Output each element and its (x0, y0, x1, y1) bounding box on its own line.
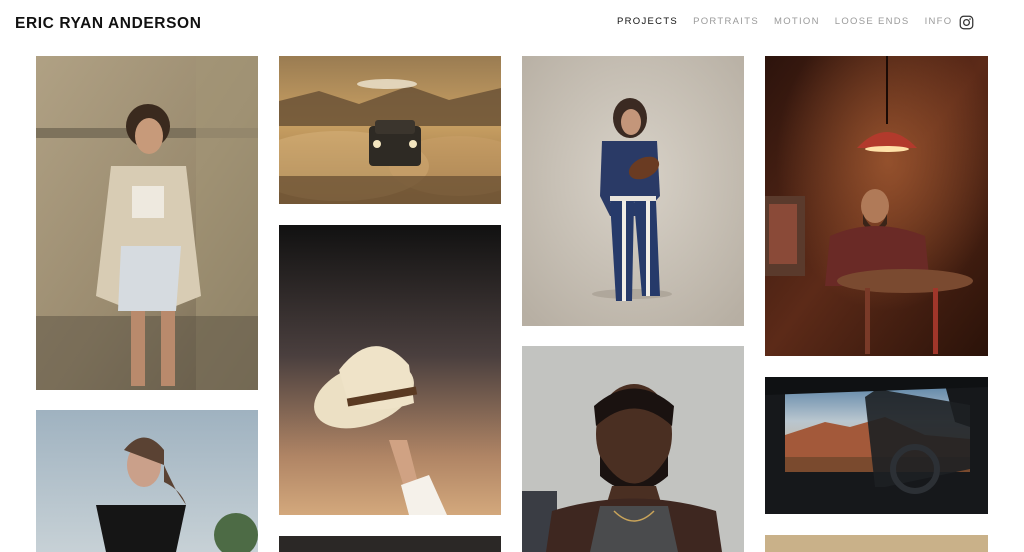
nav-item-portraits: PORTRAITS (693, 16, 759, 28)
photo-woman-black-top[interactable] (36, 410, 258, 552)
nav-link-info[interactable]: INFO (925, 16, 953, 28)
photo-warm-partial[interactable] (765, 535, 988, 552)
nav-item-projects: PROJECTS (617, 16, 678, 28)
photo-man-portrait-closeup[interactable] (522, 346, 744, 552)
nav-link-portraits[interactable]: PORTRAITS (693, 16, 759, 28)
photo-dark-partial[interactable] (279, 536, 501, 552)
photo-hand-holding-cowboy-hat[interactable] (279, 225, 501, 515)
photo-canyon-through-car-window[interactable] (765, 377, 988, 514)
nav-item-motion: MOTION (774, 16, 820, 28)
nav-item-info: INFO (925, 16, 953, 28)
nav-item-loose-ends: LOOSE ENDS (835, 16, 910, 28)
instagram-icon[interactable] (959, 15, 974, 30)
nav-link-motion[interactable]: MOTION (774, 16, 820, 28)
nav-link-loose-ends[interactable]: LOOSE ENDS (835, 16, 910, 28)
photo-man-bar-table[interactable] (765, 56, 988, 356)
photo-woman-leaning-wall[interactable] (36, 56, 258, 390)
site-title[interactable]: ERIC RYAN ANDERSON (15, 15, 202, 33)
photo-truck-desert-dust[interactable] (279, 56, 501, 204)
main-nav: PROJECTS PORTRAITS MOTION LOOSE ENDS INF… (617, 16, 952, 28)
photo-woman-football[interactable] (522, 56, 744, 326)
nav-link-projects[interactable]: PROJECTS (617, 16, 678, 28)
